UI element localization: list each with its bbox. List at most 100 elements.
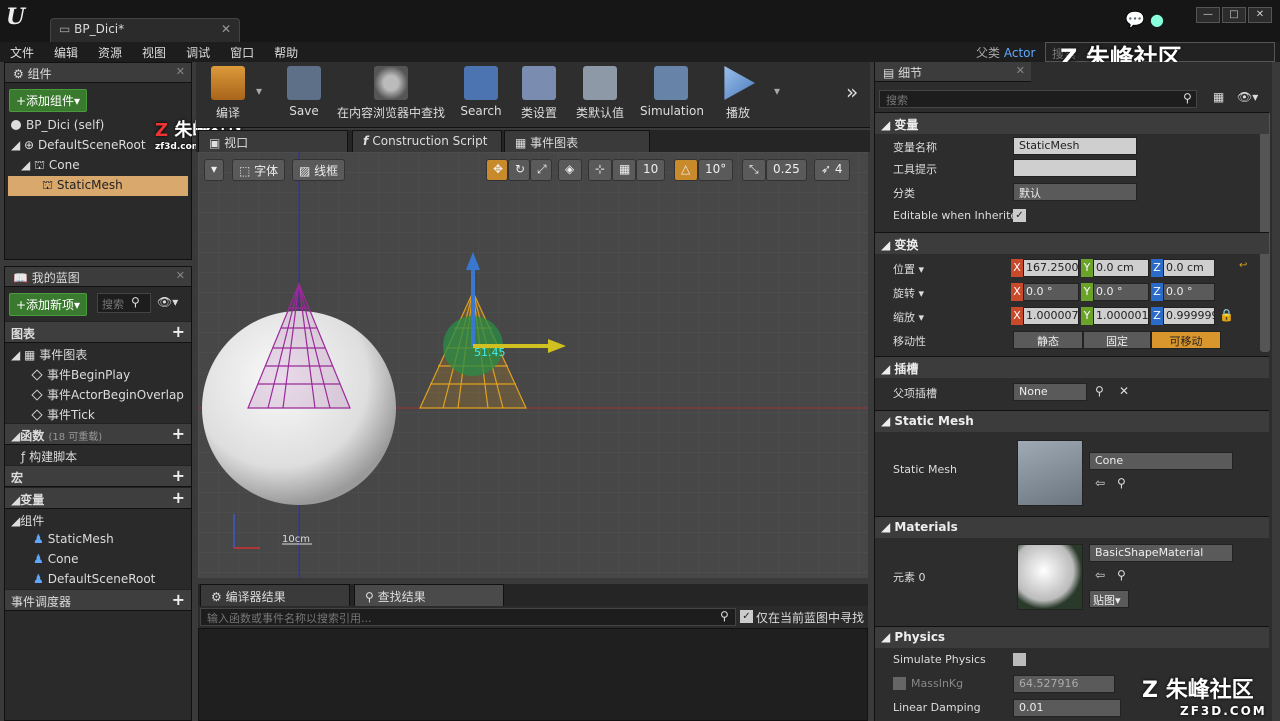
material-dropdown[interactable]: BasicShapeMaterial <box>1089 544 1233 562</box>
use-selected-icon[interactable]: ⇦ <box>1095 568 1105 582</box>
class-settings-button[interactable]: 类设置 <box>514 66 564 121</box>
scale-x[interactable]: 1.000007 <box>1023 307 1079 325</box>
search-button[interactable]: Search <box>458 66 504 118</box>
list-item[interactable]: 事件ActorBeginOverlap <box>5 383 191 403</box>
viewport-options-button[interactable]: ▾ <box>204 159 225 181</box>
camera-speed-button[interactable]: ➶ 4 <box>814 159 850 181</box>
menu-file[interactable]: 文件 <box>0 42 44 61</box>
var-name-field[interactable]: StaticMesh <box>1013 137 1137 155</box>
menu-edit[interactable]: 编辑 <box>44 42 88 61</box>
texture-button[interactable]: 贴图▾ <box>1089 590 1129 608</box>
current-only-checkbox[interactable]: ✓ <box>740 610 753 623</box>
mobility-stationary[interactable]: 固定 <box>1083 331 1151 349</box>
parent-class-link[interactable]: Actor <box>1004 46 1036 60</box>
rotation-z[interactable]: 0.0 ° <box>1163 283 1215 301</box>
tree-row-selected[interactable]: ⛫ StaticMesh <box>8 176 188 196</box>
graphs-section[interactable]: 图表 + <box>5 321 191 343</box>
damping-field[interactable]: 0.01 <box>1013 699 1121 717</box>
location-y[interactable]: 0.0 cm <box>1093 259 1149 277</box>
search-icon[interactable]: ⚲ <box>1095 384 1104 398</box>
add-new-button[interactable]: +添加新项▾ <box>9 293 88 316</box>
parent-socket-field[interactable]: None <box>1013 383 1087 401</box>
material-thumbnail[interactable] <box>1017 544 1083 610</box>
mobility-movable[interactable]: 可移动 <box>1151 331 1221 349</box>
close-icon[interactable]: ✕ <box>1016 64 1025 77</box>
physics-section[interactable]: ◢ Physics <box>875 626 1269 648</box>
surface-snap-icon[interactable]: ⊹ <box>588 159 612 181</box>
components-tab[interactable]: ⚙ 组件 ✕ <box>5 63 191 83</box>
static-mesh-section[interactable]: ◢ Static Mesh <box>875 410 1269 432</box>
minimize-button[interactable]: — <box>1196 7 1220 23</box>
world-local-icon[interactable]: ◈ <box>558 159 582 181</box>
my-blueprint-tab[interactable]: 📖 我的蓝图 ✕ <box>5 267 191 287</box>
rotate-icon[interactable]: ↻ <box>508 159 530 181</box>
rotation-snap-value[interactable]: 10° <box>698 159 734 181</box>
dispatchers-section[interactable]: 事件调度器 + <box>5 589 191 611</box>
mass-override-checkbox[interactable] <box>893 677 906 690</box>
list-item[interactable]: 事件Tick <box>5 403 191 423</box>
scale-snap-value[interactable]: 0.25 <box>766 159 807 181</box>
variable-section[interactable]: ◢ 变量 <box>875 112 1269 134</box>
list-item[interactable]: ♟ StaticMesh <box>5 529 191 549</box>
rotation-y[interactable]: 0.0 ° <box>1093 283 1149 301</box>
toolbar-overflow-icon[interactable]: » <box>846 80 858 104</box>
blueprint-search-input[interactable]: 搜索 <box>97 293 151 313</box>
tooltip-field[interactable] <box>1013 159 1137 177</box>
static-mesh-thumbnail[interactable] <box>1017 440 1083 506</box>
compile-button[interactable]: 编译 <box>202 66 254 121</box>
menu-help[interactable]: 帮助 <box>264 42 308 61</box>
close-icon[interactable]: ✕ <box>176 65 185 78</box>
list-item[interactable]: 事件BeginPlay <box>5 363 191 383</box>
tab-compiler-results[interactable]: ⚙ 编译器结果 <box>200 584 350 606</box>
reset-icon[interactable]: ↩ <box>1239 260 1247 271</box>
scale-snap-icon[interactable]: ⤡ <box>742 159 766 181</box>
tab-find-results[interactable]: ⚲ 查找结果 <box>354 584 504 606</box>
details-tab[interactable]: ▤ 细节 ✕ <box>875 62 1031 82</box>
add-icon[interactable]: + <box>172 590 185 609</box>
find-in-browser-button[interactable]: 在内容浏览器中查找 <box>334 66 448 121</box>
add-component-button[interactable]: +添加组件▾ <box>9 89 88 112</box>
grid-snap-icon[interactable]: ▦ <box>612 159 636 181</box>
play-options-icon[interactable]: ▾ <box>774 84 780 98</box>
location-z[interactable]: 0.0 cm <box>1163 259 1215 277</box>
static-mesh-dropdown[interactable]: Cone <box>1089 452 1233 470</box>
simulation-button[interactable]: Simulation <box>640 66 704 118</box>
construction-script-item[interactable]: ƒ 构建脚本 <box>5 445 191 465</box>
perspective-button[interactable]: ⬚ 字体 <box>232 159 286 181</box>
tab-viewport[interactable]: ▣ 视口 <box>198 130 348 152</box>
window-close-button[interactable]: ✕ <box>1248 7 1272 23</box>
translate-icon[interactable]: ✥ <box>486 159 508 181</box>
tab-event-graph[interactable]: ▦ 事件图表 <box>504 130 650 152</box>
materials-section[interactable]: ◢ Materials <box>875 516 1269 538</box>
tab-construction-script[interactable]: f Construction Script <box>352 130 502 152</box>
simulate-checkbox[interactable] <box>1013 653 1026 666</box>
grid-view-icon[interactable]: ▦ <box>1213 90 1224 104</box>
compile-options-icon[interactable]: ▾ <box>256 84 262 98</box>
document-tab[interactable]: ▭ BP_Dici* ✕ <box>50 18 240 42</box>
rotation-x[interactable]: 0.0 ° <box>1023 283 1079 301</box>
components-group[interactable]: ◢组件 <box>5 509 191 529</box>
viewport[interactable]: 51.45 10cm ▾ ⬚ 字体 ▨ 线框 ✥ ↻ ⤢ ◈ ⊹ ▦ 10 △ … <box>198 152 868 578</box>
close-icon[interactable]: ✕ <box>221 22 231 36</box>
functions-section[interactable]: ◢函数 (18 可重载) + <box>5 423 191 445</box>
add-icon[interactable]: + <box>172 424 185 443</box>
find-input[interactable]: 输入函数或事件名称以搜索引用... <box>200 608 736 626</box>
maximize-button[interactable]: □ <box>1222 7 1246 23</box>
close-icon[interactable]: ✕ <box>176 269 185 282</box>
editable-checkbox[interactable]: ✓ <box>1013 209 1026 222</box>
play-button[interactable]: 播放 <box>716 66 760 121</box>
menu-window[interactable]: 窗口 <box>220 42 264 61</box>
scale-z[interactable]: 0.999999 <box>1163 307 1215 325</box>
notification-icon[interactable]: 💬 ● <box>1125 10 1164 29</box>
event-graph-item[interactable]: ◢ ▦ 事件图表 <box>5 343 191 363</box>
add-icon[interactable]: + <box>172 322 185 341</box>
details-search-input[interactable]: 搜索 <box>879 90 1197 108</box>
macros-section[interactable]: 宏 + <box>5 465 191 487</box>
browse-icon[interactable]: ⚲ <box>1117 476 1126 490</box>
list-item[interactable]: ♟ DefaultSceneRoot <box>5 569 191 589</box>
menu-debug[interactable]: 调试 <box>176 42 220 61</box>
grid-snap-value[interactable]: 10 <box>636 159 666 181</box>
mobility-static[interactable]: 静态 <box>1013 331 1083 349</box>
use-selected-icon[interactable]: ⇦ <box>1095 476 1105 490</box>
category-dropdown[interactable]: 默认 <box>1013 183 1137 201</box>
